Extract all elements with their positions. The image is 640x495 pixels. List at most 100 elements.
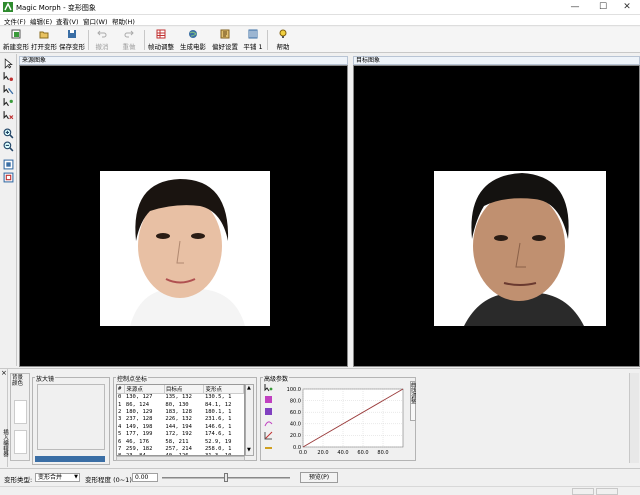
table-row[interactable]: 1 86, 124 80, 130 84.1, 12 <box>117 401 244 408</box>
target-canvas[interactable] <box>353 65 640 367</box>
morph-degree-slider-thumb[interactable] <box>224 473 228 482</box>
frame-adjust-button[interactable]: 帧动调整 <box>147 29 175 51</box>
background-color-tab[interactable]: 背景颜色 <box>10 373 30 461</box>
table-cell: 237, 128 <box>125 416 153 423</box>
menu-help[interactable]: 帮助(H) <box>112 16 135 26</box>
table-row[interactable]: 7 259, 182 257, 214 258.0, 1 <box>117 445 244 452</box>
table-header-cell[interactable]: # <box>117 385 126 394</box>
source-face-image <box>100 171 270 326</box>
toolbar-separator <box>144 30 145 50</box>
morph-degree-input[interactable]: 0.00 <box>132 473 158 482</box>
table-cell: 180.1, 1 <box>204 408 232 415</box>
table-cell: 1 <box>118 401 122 408</box>
undo-icon <box>97 30 107 38</box>
morph-curve-chart[interactable]: 100.080.060.040.020.00.00.0 20.0 40.0 60.0 8… <box>279 383 409 457</box>
table-cell: 231.6, 1 <box>204 416 232 423</box>
curve-linear-icon[interactable] <box>264 431 273 440</box>
table-cell: 172, 192 <box>165 431 192 438</box>
close-button[interactable]: ✕ <box>614 0 640 15</box>
scroll-down-icon[interactable]: ▼ <box>247 447 251 453</box>
advanced-params-title: 高级参数 <box>263 374 290 383</box>
morph-type-select[interactable]: 变形合并 ▼ <box>35 473 80 482</box>
toolbar-separator <box>88 30 89 50</box>
toolbar-separator <box>267 30 268 50</box>
arrow-select-icon[interactable] <box>3 58 14 69</box>
scroll-up-icon[interactable]: ▲ <box>247 385 251 391</box>
curve-paste-icon[interactable] <box>264 407 273 416</box>
help-button[interactable]: 帮助 <box>273 29 293 51</box>
table-cell: 0 <box>118 394 122 401</box>
chevron-down-icon: ▼ <box>74 474 78 480</box>
table-horizontal-scrollbar[interactable] <box>116 456 245 461</box>
move-point-icon[interactable] <box>3 97 14 108</box>
table-row[interactable]: 4 149, 198 144, 194 146.6, 1 <box>117 423 244 430</box>
magnifier-scroll[interactable] <box>35 456 105 462</box>
minimize-button[interactable]: — <box>562 0 588 15</box>
redo-button[interactable]: 重做 <box>118 29 140 51</box>
table-cell: 86, 124 <box>125 401 150 408</box>
menu-file[interactable]: 文件(F) <box>4 16 26 26</box>
title-bar: Magic Morph - 变形图象 — ☐ ✕ <box>0 0 640 15</box>
magnifier-title: 放大镜 <box>35 374 56 383</box>
actual-size-icon[interactable] <box>3 172 14 183</box>
preview-button[interactable]: 预览(P) <box>300 472 338 483</box>
table-vertical-scrollbar[interactable]: ▲ ▼ <box>245 384 254 456</box>
movie-globe-icon <box>189 30 197 38</box>
curve-select-icon[interactable] <box>264 383 273 392</box>
save-morph-button[interactable]: 保存变形 <box>59 29 85 51</box>
table-row[interactable]: 6 46, 176 58, 211 52.9, 19 <box>117 438 244 445</box>
preferences-button[interactable]: 偏好设置 <box>211 29 239 51</box>
close-panel-icon[interactable]: × <box>1 369 7 377</box>
curve-copy-icon[interactable] <box>264 395 273 404</box>
table-row[interactable]: 2 180, 129 183, 128 180.1, 1 <box>117 408 244 415</box>
table-header-cell[interactable]: 变形点 <box>203 385 244 394</box>
menu-window[interactable]: 窗口(W) <box>83 16 108 26</box>
table-cell: 3 <box>118 416 122 423</box>
zoom-out-icon[interactable] <box>3 141 14 152</box>
source-image-pane: 来源图象 <box>19 56 348 367</box>
curve-tools <box>264 383 274 453</box>
color-swatch[interactable] <box>14 430 27 454</box>
control-points-table[interactable]: # 来源点 目标点 变形点 0 130, 127 135, 132 130.5, 1 1 86,… <box>116 384 245 456</box>
table-header-cell[interactable]: 来源点 <box>124 385 165 394</box>
curve-adjust-tab[interactable]: 曲线/调整 <box>410 381 416 421</box>
open-morph-button[interactable]: 打开变形 <box>31 29 57 51</box>
table-row[interactable]: 3 237, 128 226, 132 231.6, 1 <box>117 416 244 423</box>
make-movie-button[interactable]: 生成电影 <box>179 29 207 51</box>
curve-smooth-icon[interactable] <box>264 419 273 428</box>
menu-edit[interactable]: 编辑(E) <box>30 16 52 26</box>
curve-reset-icon[interactable] <box>264 443 273 452</box>
zoom-in-icon[interactable] <box>3 128 14 139</box>
open-folder-icon <box>39 31 49 39</box>
maximize-button[interactable]: ☐ <box>590 0 616 15</box>
tile-label: 平铺 1 <box>243 43 263 51</box>
tile-windows-icon <box>248 29 258 39</box>
table-row[interactable]: 0 130, 127 135, 132 130.5, 1 <box>117 394 244 401</box>
menu-view[interactable]: 查看(V) <box>56 16 79 26</box>
table-cell: 6 <box>118 438 122 445</box>
x-tick-label: 80.0 <box>377 450 388 456</box>
delete-point-icon[interactable] <box>3 110 14 121</box>
table-cell: 226, 132 <box>165 416 192 423</box>
bottom-empty-area <box>420 373 630 461</box>
new-morph-button[interactable]: 新建变形 <box>3 29 29 51</box>
source-canvas[interactable] <box>19 65 348 367</box>
bottom-panel-gripper[interactable]: × 插入编辑器 <box>0 369 8 467</box>
bottom-panel-scrollbar[interactable] <box>629 373 639 463</box>
table-cell: 5 <box>118 431 122 438</box>
preferences-icon <box>220 29 230 39</box>
app-logo-icon <box>3 2 13 12</box>
fit-image-icon[interactable] <box>3 159 14 170</box>
insert-editor-tab[interactable]: 插入编辑器 <box>0 429 8 457</box>
tile-button[interactable]: 平铺 1 <box>242 29 264 51</box>
background-color-label: 背景颜色 <box>12 375 24 387</box>
table-cell: 146.6, 1 <box>204 423 232 430</box>
table-cell: 4 <box>118 423 122 430</box>
undo-button[interactable]: 撤消 <box>91 29 113 51</box>
add-line-icon[interactable] <box>3 84 14 95</box>
x-tick-label: 0.0 <box>299 450 307 456</box>
color-swatch[interactable] <box>14 400 27 424</box>
table-header-cell[interactable]: 目标点 <box>164 385 205 394</box>
add-point-icon[interactable] <box>3 71 14 82</box>
table-row[interactable]: 5 177, 199 172, 192 174.6, 1 <box>117 430 244 437</box>
